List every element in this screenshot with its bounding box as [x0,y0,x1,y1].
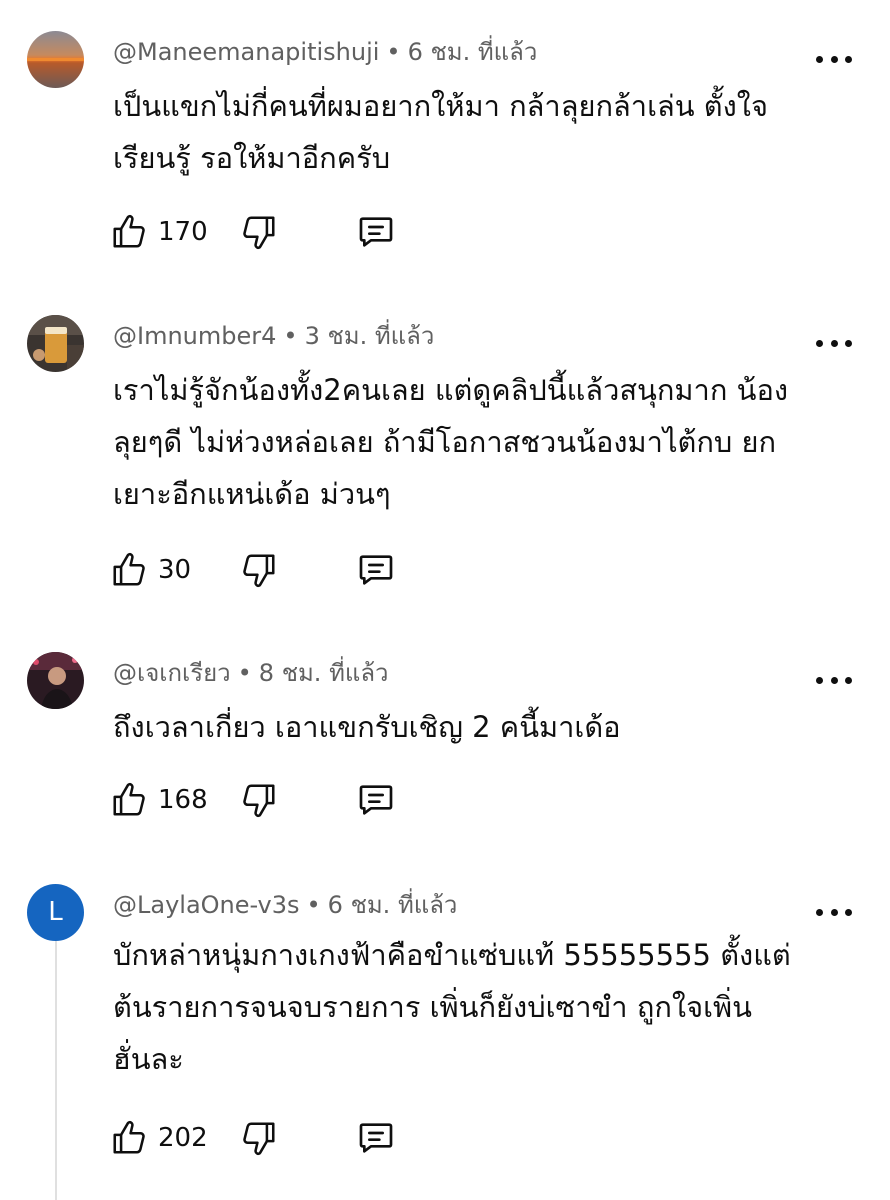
reply-button[interactable] [356,778,396,822]
avatar[interactable] [27,31,84,88]
comment-text-line: เยาะอีกแหน่เด้อ ม่วนๆ [113,477,391,511]
comment-author[interactable]: @Imnumber4 [113,322,276,350]
like-button[interactable]: 168 [110,778,208,822]
avatar[interactable]: L [27,884,84,941]
like-button[interactable]: 170 [110,210,208,254]
comment-text: เป็นแขกไม่กี่คนที่ผมอยากให้มา กล้าลุยกล้… [113,80,843,184]
comment-time[interactable]: 6 ชม. ที่แล้ว [328,891,458,919]
comment-text-line: ต้นรายการจนจบรายการ เพิ่นก็ยังบ่เซาขำ ถู… [113,990,752,1024]
more-horizontal-icon[interactable] [816,49,852,69]
comment-text-line: เราไม่รู้จักน้องทั้ง2คนเลย แต่ดูคลิปนี้แ… [113,373,789,407]
like-count: 202 [158,1123,208,1153]
thumbs-up-icon [113,552,145,586]
comment-text-line: ถึงเวลาเกี่ยว เอาแขกรับเชิญ 2 คนี้มาเด้อ [113,710,621,744]
dislike-button[interactable] [240,210,278,254]
thumbs-up-icon [113,214,145,248]
more-horizontal-icon[interactable] [816,902,852,922]
dislike-button[interactable] [240,1116,278,1160]
reply-button[interactable] [356,1116,396,1160]
person-photo-icon [27,652,84,709]
reply-thread-line [55,936,57,1200]
more-horizontal-icon[interactable] [816,670,852,690]
comment-actions: 202 [110,1116,430,1160]
beer-glass-photo-icon [27,315,84,372]
reply-button[interactable] [356,548,396,592]
comment-meta: @เจเกเรียว • 8 ชม. ที่แล้ว [113,655,389,691]
comment-icon [359,785,393,815]
more-horizontal-icon[interactable] [816,333,852,353]
comment-text-line: บักหล่าหนุ่มกางเกงฟ้าคือขำแซ่บแท้ 555555… [113,938,791,972]
comment-actions: 170 [110,210,430,254]
like-count: 30 [158,555,192,585]
avatar[interactable] [27,652,84,709]
like-button[interactable]: 30 [110,548,191,592]
separator-dot: • [306,891,321,919]
reply-button[interactable] [356,210,396,254]
comment-author[interactable]: @LaylaOne-v3s [113,891,300,919]
comment-actions: 168 [110,778,430,822]
thumbs-down-icon [243,784,275,818]
comment-icon [359,555,393,585]
thumbs-down-icon [243,554,275,588]
sunset-photo-icon [27,31,84,88]
thumbs-up-icon [113,782,145,816]
comment-time[interactable]: 3 ชม. ที่แล้ว [305,322,435,350]
thumbs-down-icon [243,1122,275,1156]
dislike-button[interactable] [240,548,278,592]
comment-text: บักหล่าหนุ่มกางเกงฟ้าคือขำแซ่บแท้ 555555… [113,929,843,1085]
comment-icon [359,217,393,247]
comment-meta: @Imnumber4 • 3 ชม. ที่แล้ว [113,318,434,354]
separator-dot: • [386,38,401,66]
avatar[interactable] [27,315,84,372]
comment-text: ถึงเวลาเกี่ยว เอาแขกรับเชิญ 2 คนี้มาเด้อ [113,701,843,753]
comment-time[interactable]: 8 ชม. ที่แล้ว [259,659,389,687]
comment-author[interactable]: @Maneemanapitishuji [113,38,379,66]
separator-dot: • [237,659,252,687]
like-count: 170 [158,217,208,247]
comment-text-line: เรียนรู้ รอให้มาอีกครับ [113,141,391,175]
separator-dot: • [283,322,298,350]
like-count: 168 [158,785,208,815]
comment-text-line: เป็นแขกไม่กี่คนที่ผมอยากให้มา กล้าลุยกล้… [113,89,768,123]
comment-meta: @LaylaOne-v3s • 6 ชม. ที่แล้ว [113,887,457,923]
comment-text-line: ลุยๆดี ไม่ห่วงหล่อเลย ถ้ามีโอกาสชวนน้องม… [113,425,777,459]
comment-actions: 30 [110,548,430,592]
comment-text-line: ฮั่นละ [113,1042,184,1076]
comment-text: เราไม่รู้จักน้องทั้ง2คนเลย แต่ดูคลิปนี้แ… [113,364,843,520]
thumbs-down-icon [243,216,275,250]
comment-meta: @Maneemanapitishuji • 6 ชม. ที่แล้ว [113,34,537,70]
comment-time[interactable]: 6 ชม. ที่แล้ว [408,38,538,66]
thumbs-up-icon [113,1120,145,1154]
comment-icon [359,1123,393,1153]
comment-author[interactable]: @เจเกเรียว [113,659,231,687]
like-button[interactable]: 202 [110,1116,208,1160]
dislike-button[interactable] [240,778,278,822]
